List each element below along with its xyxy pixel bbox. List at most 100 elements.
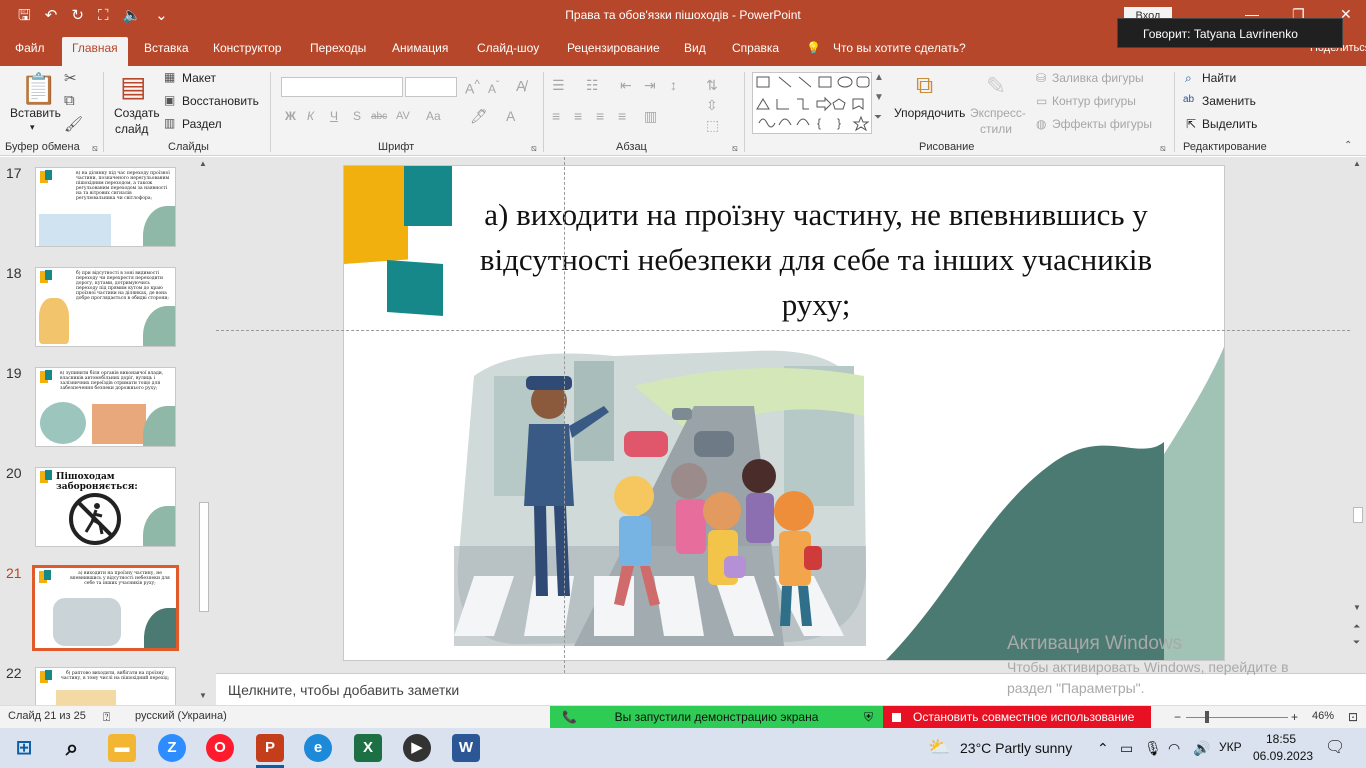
section-button[interactable]: Раздел	[182, 117, 222, 131]
align-center-icon[interactable]: ≡	[574, 108, 582, 124]
replace-button[interactable]: Заменить	[1202, 94, 1256, 108]
shrink-font-icon[interactable]: Aˇ	[488, 80, 499, 96]
find-button[interactable]: Найти	[1202, 71, 1236, 85]
cut-icon[interactable]: ✂	[64, 69, 77, 87]
paragraph-launcher-icon[interactable]: ⧅	[732, 143, 738, 154]
collapse-ribbon-icon[interactable]: ⌃	[1344, 140, 1352, 151]
clock-date[interactable]: 06.09.2023	[1253, 749, 1313, 763]
bold-button[interactable]: Ж	[285, 109, 296, 123]
scroll-up-icon[interactable]: ▲	[199, 159, 207, 168]
slide-counter[interactable]: Слайд 21 из 25	[8, 710, 86, 722]
char-spacing-button[interactable]: AV	[396, 110, 410, 122]
zoom-app-icon[interactable]: Z	[158, 734, 186, 762]
opera-icon[interactable]: O	[206, 734, 234, 762]
shape-effects-button[interactable]: Эффекты фигуры	[1052, 117, 1152, 131]
tab-slideshow[interactable]: Слайд-шоу	[477, 41, 539, 55]
search-icon[interactable]: ⌕	[58, 734, 86, 762]
zoom-slider-thumb[interactable]	[1205, 711, 1209, 723]
weather-text[interactable]: 23°C Partly sunny	[960, 740, 1072, 756]
zoom-in-icon[interactable]: +	[1291, 710, 1298, 724]
scroll-up-icon[interactable]: ▲	[1353, 159, 1361, 168]
stop-sharing-button[interactable]: Остановить совместное использование	[883, 706, 1151, 729]
numbering-icon[interactable]: ☷	[586, 77, 599, 94]
tab-file[interactable]: Файл	[15, 41, 45, 55]
font-launcher-icon[interactable]: ⧅	[531, 143, 537, 154]
stop-sharing-label[interactable]: Остановить совместное использование	[913, 710, 1134, 724]
slide-scrollbar-thumb[interactable]	[1353, 507, 1363, 523]
clear-formatting-icon[interactable]: A̸	[516, 78, 526, 95]
current-slide[interactable]: а) виходити на проїзну частину, не впевн…	[343, 165, 1225, 661]
notifications-icon[interactable]: 🗨	[1325, 737, 1345, 757]
clipboard-launcher-icon[interactable]: ⧅	[92, 143, 98, 154]
battery-icon[interactable]: ▭	[1120, 740, 1133, 757]
spelling-icon[interactable]: ⍰	[103, 710, 110, 725]
tab-design[interactable]: Конструктор	[213, 41, 281, 55]
quick-styles-label-1[interactable]: Экспресс-	[970, 106, 1026, 120]
media-player-icon[interactable]: ▶	[403, 734, 431, 762]
font-size-dropdown[interactable]	[405, 77, 457, 97]
select-button[interactable]: Выделить	[1202, 117, 1257, 131]
gallery-more-icon[interactable]: ⏷	[874, 112, 882, 123]
slide-thumbnail[interactable]: б) при відсутності в зоні видимості пере…	[35, 267, 176, 347]
shape-fill-button[interactable]: Заливка фигуры	[1052, 71, 1144, 85]
tab-home[interactable]: Главная	[62, 37, 128, 66]
align-text-icon[interactable]: ⇳	[706, 97, 718, 114]
volume-icon[interactable]: 🔊	[1193, 740, 1210, 757]
line-spacing-icon[interactable]: ↕	[670, 77, 677, 93]
align-right-icon[interactable]: ≡	[596, 108, 604, 124]
bullets-icon[interactable]: ☰	[552, 77, 565, 94]
slide-thumbnail[interactable]: в) на ділянку під час переходу проїзної …	[35, 167, 176, 247]
new-slide-label-1[interactable]: Создать	[114, 106, 160, 120]
align-left-icon[interactable]: ≡	[552, 108, 560, 124]
windows-start-icon[interactable]: ⊞	[10, 734, 38, 762]
reset-button[interactable]: Восстановить	[182, 94, 259, 108]
shape-outline-button[interactable]: Контур фигуры	[1052, 94, 1136, 108]
increase-indent-icon[interactable]: ⇥	[644, 77, 656, 94]
show-hidden-icons[interactable]: ⌃	[1097, 740, 1109, 757]
paste-button[interactable]: Вставить	[10, 106, 61, 120]
slide-thumbnail[interactable]: в) зупинити біля органів виконавчої влад…	[35, 367, 176, 447]
next-slide-icon[interactable]: ⏷	[1353, 637, 1360, 648]
tab-review[interactable]: Рецензирование	[567, 41, 660, 55]
text-direction-icon[interactable]: ⇅	[706, 77, 718, 94]
justify-icon[interactable]: ≡	[618, 108, 626, 124]
grow-font-icon[interactable]: A^	[465, 78, 480, 97]
wifi-icon[interactable]: ◠	[1168, 740, 1180, 757]
tell-me-search[interactable]: Что вы хотите сделать?	[833, 41, 966, 55]
word-icon[interactable]: W	[452, 734, 480, 762]
thumbnail-scrollbar-thumb[interactable]	[199, 502, 209, 612]
columns-icon[interactable]: ▥	[644, 108, 657, 125]
tab-view[interactable]: Вид	[684, 41, 706, 55]
shapes-gallery[interactable]: { }	[752, 72, 872, 134]
slide-thumbnail[interactable]: б) раптово виходити, вибігати на проїзну…	[35, 667, 176, 705]
format-painter-icon[interactable]: 🖌	[64, 115, 83, 133]
excel-icon[interactable]: X	[354, 734, 382, 762]
font-name-dropdown[interactable]	[281, 77, 403, 97]
clock-time[interactable]: 18:55	[1266, 732, 1296, 746]
previous-slide-icon[interactable]: ⏶	[1353, 621, 1360, 632]
fit-to-window-icon[interactable]: ⊡	[1348, 710, 1358, 724]
decrease-indent-icon[interactable]: ⇤	[620, 77, 632, 94]
underline-button[interactable]: Ч	[330, 109, 338, 123]
horizontal-guide[interactable]	[216, 330, 1350, 331]
slide-thumbnail[interactable]: Пішоходам забороняється:	[35, 467, 176, 547]
zoom-out-icon[interactable]: −	[1174, 710, 1181, 724]
slide-thumbnail-selected[interactable]: а) виходити на проїзну частину, не впевн…	[32, 565, 179, 651]
smartart-icon[interactable]: ⬚	[706, 117, 719, 134]
strikethrough-button[interactable]: abc	[371, 111, 387, 122]
tab-animations[interactable]: Анимация	[392, 41, 448, 55]
slide-title-text[interactable]: а) виходити на проїзну частину, не впевн…	[476, 192, 1156, 327]
paste-icon[interactable]: 📋	[20, 72, 57, 107]
slide-scrollbar[interactable]: ▲ ▼ ⏶ ⏷	[1350, 157, 1366, 673]
quick-styles-icon[interactable]: ✎	[986, 72, 1006, 101]
microphone-icon[interactable]: 🎙	[1144, 740, 1162, 757]
thumbnail-scrollbar[interactable]: ▲ ▼	[196, 157, 212, 705]
zoom-slider[interactable]	[1186, 717, 1288, 718]
paste-dropdown-icon[interactable]: ▾	[30, 122, 35, 133]
change-case-button[interactable]: Aa	[426, 109, 441, 123]
arrange-button[interactable]: Упорядочить	[894, 106, 965, 120]
new-slide-icon[interactable]: ▤	[120, 70, 146, 103]
gallery-up-icon[interactable]: ▲	[874, 72, 884, 83]
zoom-level[interactable]: 46%	[1312, 710, 1334, 722]
shadow-button[interactable]: S	[353, 109, 361, 123]
